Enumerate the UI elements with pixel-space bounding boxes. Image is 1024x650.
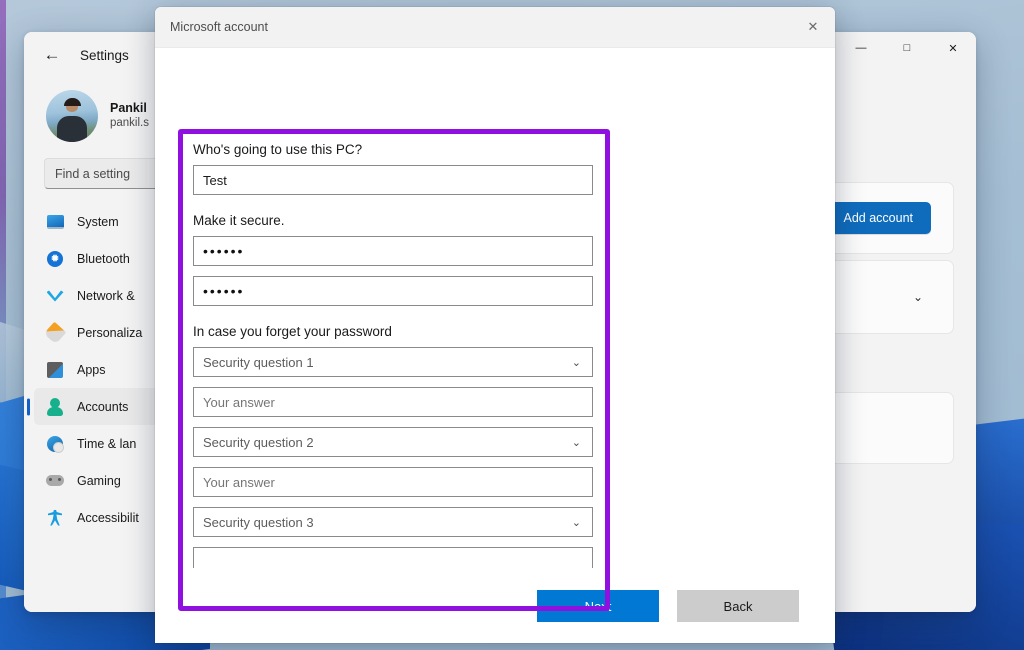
sidebar-item-label: Apps (77, 362, 106, 377)
next-button[interactable]: Next (537, 590, 659, 622)
password-input[interactable]: •••••• (193, 236, 593, 266)
security-question-1-select[interactable]: Security question 1 ⌄ (193, 347, 593, 377)
monitor-icon (46, 213, 64, 231)
account-name: Pankil (110, 100, 147, 115)
wifi-icon (46, 287, 64, 305)
avatar (46, 90, 98, 142)
dialog-title: Microsoft account (170, 20, 268, 34)
close-icon[interactable]: ✕ (791, 7, 835, 47)
sidebar-item-label: System (77, 214, 119, 229)
sidebar-item-label: Personaliza (77, 325, 143, 340)
security-question-2-label: Security question 2 (203, 434, 314, 450)
back-button[interactable]: Back (677, 590, 799, 622)
chevron-down-icon: ⌄ (571, 356, 581, 369)
avatar-hair (64, 98, 81, 107)
close-button[interactable]: ✕ (930, 32, 976, 64)
security-question-2-select[interactable]: Security question 2 ⌄ (193, 427, 593, 457)
sidebar-item-label: Accounts (77, 399, 129, 414)
clock-icon (46, 435, 64, 453)
paintbrush-icon (43, 321, 67, 344)
security-question-3-label: Security question 3 (203, 514, 314, 530)
gamepad-icon (46, 472, 64, 490)
avatar-body (57, 116, 87, 142)
chevron-down-icon: ⌄ (571, 436, 581, 449)
microsoft-account-dialog: Microsoft account ✕ Who's going to use t… (155, 7, 835, 643)
dialog-body: Who's going to use this PC? Test Make it… (155, 48, 835, 643)
dialog-footer: Next Back (155, 568, 835, 643)
chevron-down-icon: ⌄ (571, 516, 581, 529)
person-icon (46, 397, 64, 416)
minimize-button[interactable]: — (838, 32, 884, 64)
window-controls: — □ ✕ (838, 32, 976, 64)
chevron-down-icon[interactable]: ⌄ (905, 284, 931, 310)
back-arrow-icon[interactable]: ← (38, 41, 66, 69)
screen-root: ← Settings Pankil pankil.s Find a settin… (0, 0, 1024, 650)
sidebar-item-label: Time & lan (77, 436, 137, 451)
security-answer-2-input[interactable]: Your answer (193, 467, 593, 497)
bluetooth-icon: ✹ (46, 250, 64, 268)
settings-title: Settings (80, 47, 129, 63)
accessibility-icon (46, 509, 64, 527)
password-confirm-input[interactable]: •••••• (193, 276, 593, 306)
security-question-3-select[interactable]: Security question 3 ⌄ (193, 507, 593, 537)
name-heading: Who's going to use this PC? (193, 142, 363, 157)
sidebar-item-label: Network & (77, 288, 135, 303)
security-answer-1-input[interactable]: Your answer (193, 387, 593, 417)
dialog-titlebar: Microsoft account ✕ (155, 7, 835, 48)
secure-heading: Make it secure. (193, 213, 285, 228)
account-creation-form: Who's going to use this PC? Test Make it… (193, 142, 595, 587)
account-text: Pankil pankil.s (110, 101, 149, 132)
username-input[interactable]: Test (193, 165, 593, 195)
search-placeholder: Find a setting (55, 166, 131, 181)
sidebar-item-label: Bluetooth (77, 251, 130, 266)
security-question-1-label: Security question 1 (203, 354, 314, 370)
add-account-button[interactable]: Add account (825, 202, 931, 234)
recovery-heading: In case you forget your password (193, 324, 392, 339)
sidebar-item-label: Gaming (77, 473, 121, 488)
apps-icon (46, 361, 64, 379)
sidebar-item-label: Accessibilit (77, 510, 139, 525)
account-email: pankil.s (110, 117, 149, 130)
maximize-button[interactable]: □ (884, 32, 930, 64)
